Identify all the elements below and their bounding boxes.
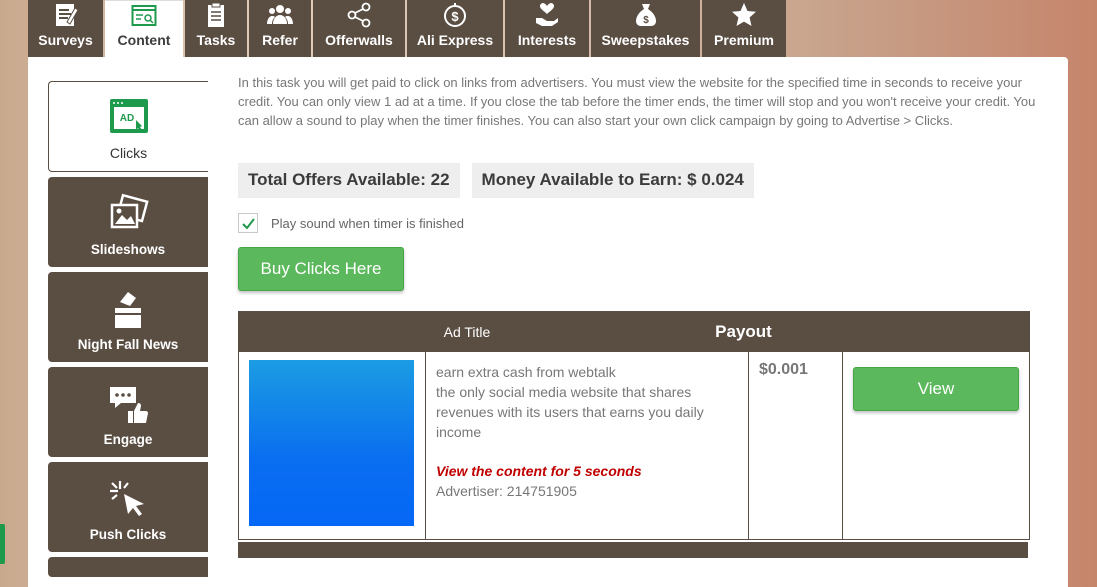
tab-label: Surveys bbox=[38, 32, 93, 48]
ad-thumbnail bbox=[249, 360, 414, 526]
tab-label: Ali Express bbox=[416, 32, 494, 48]
ad-advertiser: Advertiser: 214751905 bbox=[436, 483, 577, 499]
tab-surveys[interactable]: Surveys bbox=[28, 0, 103, 57]
sidebar-item-engage[interactable]: Engage bbox=[48, 367, 208, 457]
money-bag-icon: $ bbox=[635, 4, 656, 26]
check-icon bbox=[241, 217, 255, 229]
tab-ali-express[interactable]: $ Ali Express bbox=[407, 0, 503, 57]
sidebar-item-label: Engage bbox=[103, 432, 153, 447]
total-offers-stat: Total Offers Available: 22 bbox=[238, 163, 460, 198]
view-button[interactable]: View bbox=[853, 367, 1019, 411]
header-payout: Payout bbox=[715, 321, 772, 341]
share-icon bbox=[347, 2, 371, 28]
sound-checkbox[interactable] bbox=[238, 213, 258, 233]
header-ad-title: Ad Title bbox=[443, 323, 491, 340]
tab-offerwalls[interactable]: Offerwalls bbox=[313, 0, 405, 57]
star-icon bbox=[732, 3, 756, 26]
chat-like-icon bbox=[110, 387, 148, 423]
tab-sweepstakes[interactable]: $ Sweepstakes bbox=[591, 0, 700, 57]
ad-window-icon: AD bbox=[109, 99, 148, 133]
ballot-box-icon bbox=[115, 292, 141, 328]
table-header: Ad Title Payout bbox=[238, 311, 1030, 352]
money-available-stat: Money Available to Earn: $ 0.024 bbox=[471, 163, 754, 198]
side-edge-tab[interactable] bbox=[0, 524, 5, 564]
stats-row: Total Offers Available: 22 Money Availab… bbox=[238, 163, 1038, 198]
survey-icon bbox=[55, 4, 79, 26]
sound-label: Play sound when timer is finished bbox=[271, 215, 464, 231]
tab-premium[interactable]: Premium bbox=[702, 0, 786, 57]
ad-title: earn extra cash from webtalk bbox=[436, 364, 616, 380]
sound-option: Play sound when timer is finished bbox=[238, 213, 1038, 233]
sidebar-item-slideshows[interactable]: Slideshows bbox=[48, 177, 208, 267]
table-footer bbox=[238, 542, 1028, 558]
ad-description: the only social media website that share… bbox=[436, 384, 704, 440]
tab-interests[interactable]: Interests bbox=[505, 0, 589, 57]
sidebar-item-label: Push Clicks bbox=[89, 527, 167, 542]
table-row: earn extra cash from webtalk the only so… bbox=[238, 352, 1030, 540]
tab-refer[interactable]: Refer bbox=[249, 0, 311, 57]
ad-payout: $0.001 bbox=[749, 352, 843, 539]
dollar-circle-icon: $ bbox=[444, 3, 466, 27]
content-sidebar: AD Clicks Slideshows Night Fall News Eng… bbox=[48, 81, 208, 582]
tab-tasks[interactable]: Tasks bbox=[185, 0, 247, 57]
sidebar-item-label: Clicks bbox=[109, 145, 148, 161]
tab-label: Content bbox=[117, 32, 171, 48]
pictures-icon bbox=[110, 193, 149, 229]
sidebar-item-more[interactable] bbox=[48, 557, 208, 577]
content-icon bbox=[131, 5, 157, 26]
tab-label: Refer bbox=[262, 32, 298, 48]
ad-action-cell: View bbox=[843, 352, 1029, 539]
sidebar-item-night-fall-news[interactable]: Night Fall News bbox=[48, 272, 208, 362]
tab-content[interactable]: Content bbox=[105, 0, 183, 57]
svg-text:AD: AD bbox=[119, 113, 133, 124]
people-icon bbox=[267, 5, 293, 24]
main-tabs: Surveys Content Tasks Refer Offerwalls $… bbox=[28, 0, 786, 57]
tab-label: Interests bbox=[517, 32, 577, 48]
tab-label: Offerwalls bbox=[325, 32, 393, 48]
heart-hand-icon bbox=[536, 3, 558, 26]
ads-table: Ad Title Payout earn extra cash from web… bbox=[238, 311, 1030, 558]
svg-text:$: $ bbox=[643, 15, 649, 26]
sidebar-item-label: Night Fall News bbox=[77, 337, 179, 352]
svg-text:$: $ bbox=[451, 9, 459, 24]
view-duration-note: View the content for 5 seconds bbox=[436, 463, 642, 479]
buy-clicks-button[interactable]: Buy Clicks Here bbox=[238, 247, 404, 291]
sidebar-item-clicks[interactable]: AD Clicks bbox=[48, 81, 208, 172]
tab-label: Tasks bbox=[196, 32, 236, 48]
cursor-click-icon bbox=[110, 481, 144, 516]
tab-label: Premium bbox=[714, 32, 774, 48]
clicks-panel: In this task you will get paid to click … bbox=[238, 73, 1038, 291]
intro-text: In this task you will get paid to click … bbox=[238, 75, 1036, 128]
sidebar-item-push-clicks[interactable]: Push Clicks bbox=[48, 462, 208, 552]
clipboard-icon bbox=[208, 2, 224, 27]
ad-image-cell bbox=[239, 352, 426, 539]
tab-label: Sweepstakes bbox=[601, 32, 690, 48]
ad-description-cell: earn extra cash from webtalk the only so… bbox=[426, 352, 749, 539]
sidebar-item-label: Slideshows bbox=[90, 242, 166, 257]
